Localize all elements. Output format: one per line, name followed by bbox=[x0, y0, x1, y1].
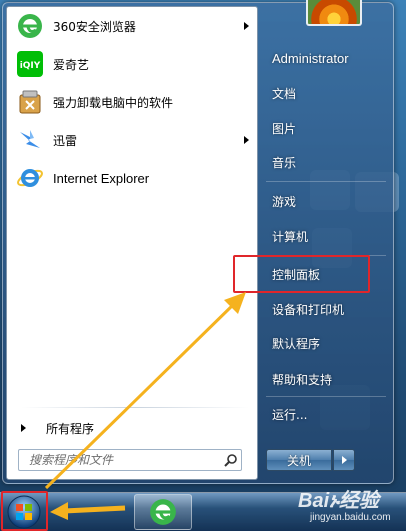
shutdown-button[interactable]: 关机 bbox=[266, 449, 332, 471]
360-browser-icon bbox=[15, 11, 45, 41]
right-item-help-support[interactable]: 帮助和支持 bbox=[264, 366, 388, 392]
program-item-thunder[interactable]: 迅雷 bbox=[11, 123, 251, 157]
shutdown-options-button[interactable] bbox=[333, 449, 355, 471]
submenu-arrow-icon[interactable] bbox=[244, 22, 249, 30]
right-pane-separator bbox=[266, 181, 386, 182]
all-programs-arrow-icon bbox=[21, 424, 26, 432]
right-item-devices-printers[interactable]: 设备和打印机 bbox=[264, 296, 388, 322]
internet-explorer-icon bbox=[15, 163, 45, 193]
all-programs-label: 所有程序 bbox=[46, 421, 95, 436]
iqiyi-icon: iQIY bbox=[15, 49, 45, 79]
right-item-computer[interactable]: 计算机 bbox=[264, 223, 388, 249]
program-label: 360安全浏览器 bbox=[53, 19, 136, 34]
search-input[interactable] bbox=[19, 453, 221, 467]
program-item-internet-explorer[interactable]: Internet Explorer bbox=[11, 161, 251, 195]
search-icon[interactable] bbox=[221, 450, 241, 470]
start-button-highlight bbox=[1, 491, 48, 531]
program-label: Internet Explorer bbox=[53, 170, 150, 186]
shutdown-label: 关机 bbox=[286, 453, 311, 468]
taskbar bbox=[0, 492, 406, 531]
program-label: 强力卸载电脑中的软件 bbox=[53, 95, 174, 110]
user-name-link[interactable]: Administrator bbox=[264, 45, 388, 71]
right-item-music[interactable]: 音乐 bbox=[264, 149, 388, 175]
right-item-default-programs[interactable]: 默认程序 bbox=[264, 330, 388, 356]
all-programs-button[interactable]: 所有程序 bbox=[17, 417, 253, 439]
menu-divider bbox=[21, 407, 249, 408]
right-item-pictures[interactable]: 图片 bbox=[264, 115, 388, 141]
svg-text:iQIY: iQIY bbox=[20, 61, 41, 71]
360-browser-icon bbox=[150, 499, 176, 525]
taskbar-360-browser-button[interactable] bbox=[134, 494, 192, 530]
right-pane-separator bbox=[266, 396, 386, 397]
thunder-icon bbox=[15, 125, 45, 155]
program-item-iqiyi[interactable]: iQIY 爱奇艺 bbox=[11, 47, 251, 81]
start-menu-program-list: 360安全浏览器 iQIY 爱奇艺 强力卸载电脑中的软件 迅雷 Internet… bbox=[6, 6, 258, 480]
right-item-documents[interactable]: 文档 bbox=[264, 80, 388, 106]
right-item-run[interactable]: 运行... bbox=[264, 401, 388, 427]
control-panel-highlight bbox=[233, 255, 370, 293]
search-box[interactable] bbox=[18, 449, 242, 471]
user-avatar[interactable] bbox=[306, 0, 362, 26]
program-item-uninstaller[interactable]: 强力卸载电脑中的软件 bbox=[11, 85, 251, 119]
submenu-arrow-icon[interactable] bbox=[244, 136, 249, 144]
uninstaller-icon bbox=[15, 87, 45, 117]
chevron-right-icon bbox=[341, 456, 347, 464]
program-label: 爱奇艺 bbox=[53, 57, 90, 72]
right-item-games[interactable]: 游戏 bbox=[264, 188, 388, 214]
program-item-360-browser[interactable]: 360安全浏览器 bbox=[11, 9, 251, 43]
program-label: 迅雷 bbox=[53, 133, 78, 148]
